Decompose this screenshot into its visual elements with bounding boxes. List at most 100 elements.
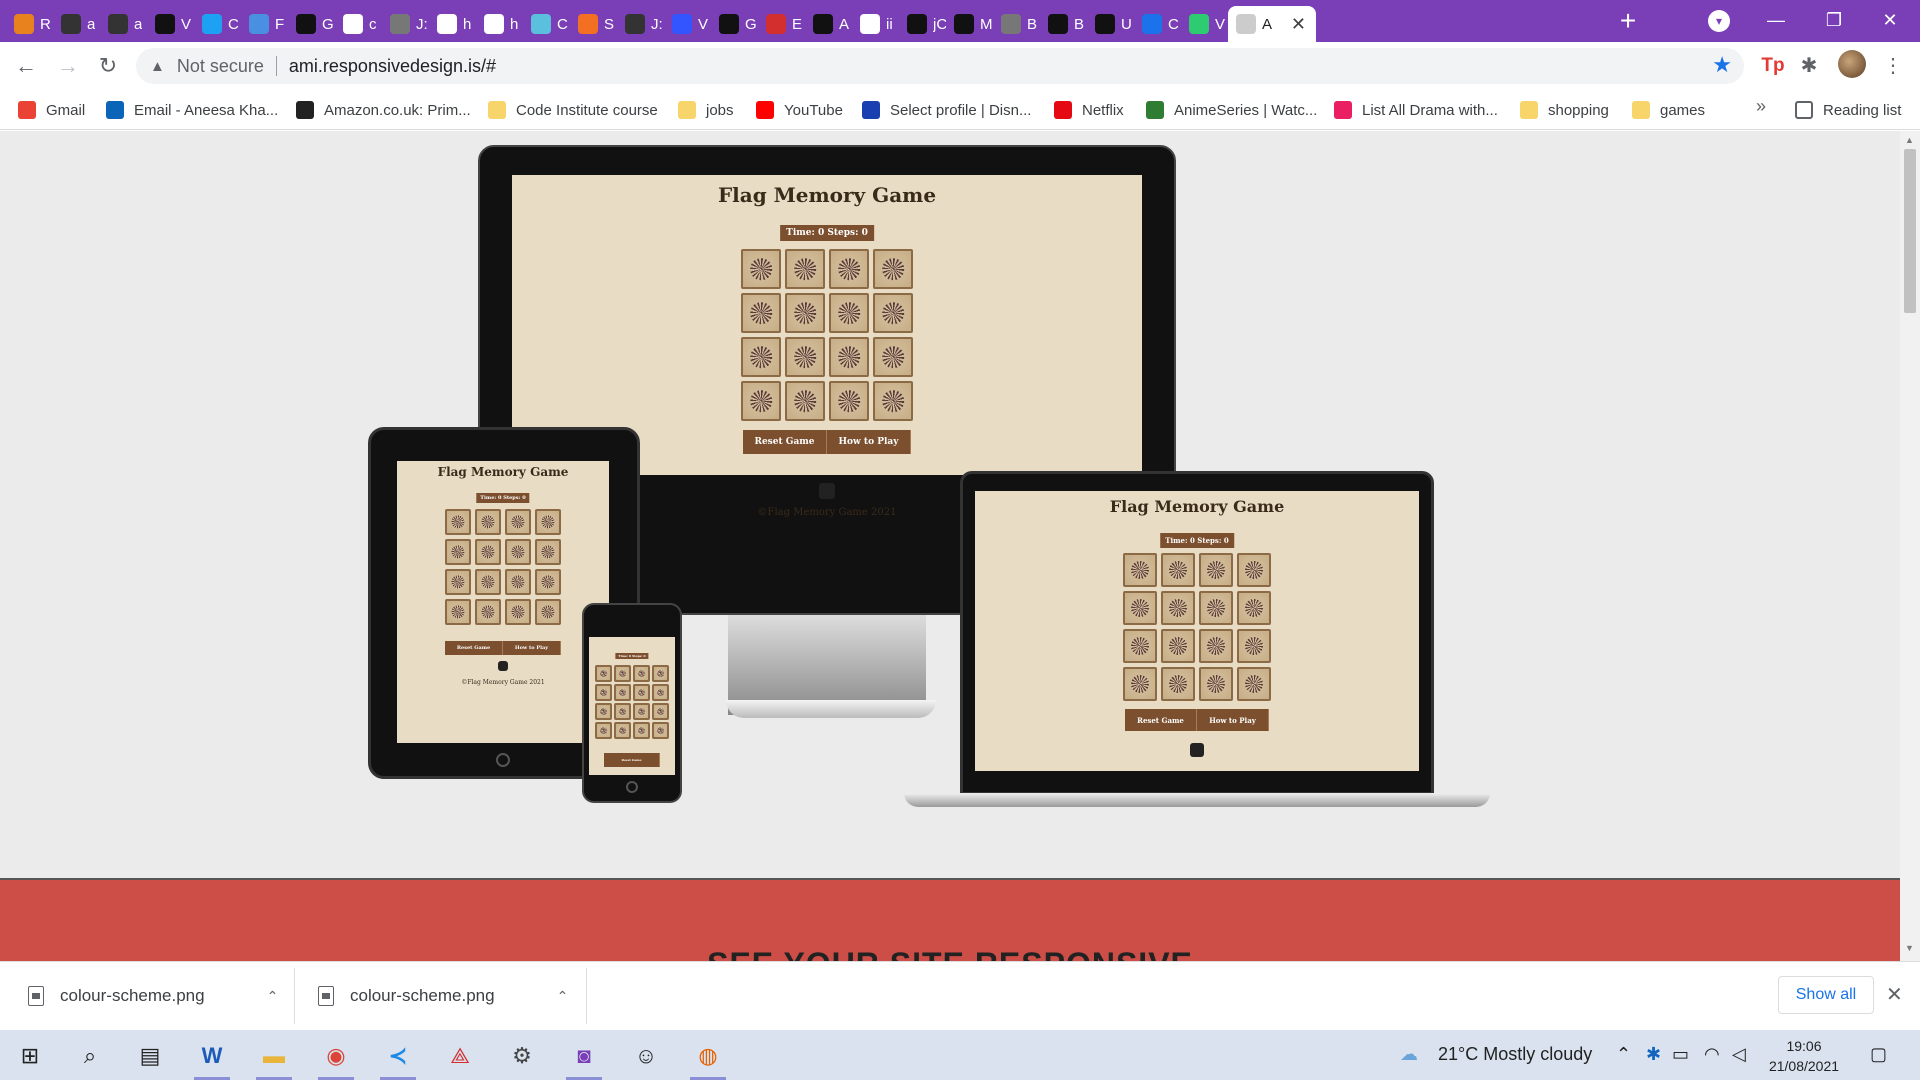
tab[interactable]: jC	[899, 6, 946, 42]
memory-card[interactable]	[445, 539, 471, 565]
tab[interactable]: R	[6, 6, 53, 42]
memory-card[interactable]	[633, 665, 650, 682]
weather-text[interactable]: 21°C Mostly cloudy	[1438, 1044, 1592, 1065]
memory-card[interactable]	[1237, 629, 1271, 663]
memory-card[interactable]	[595, 684, 612, 701]
word-icon[interactable]: W	[188, 1036, 236, 1080]
tab[interactable]: C	[1134, 6, 1181, 42]
bookmark-item[interactable]: Code Institute course	[488, 98, 658, 122]
tab[interactable]: M	[946, 6, 993, 42]
forward-button[interactable]: →	[52, 50, 84, 82]
tab[interactable]: V	[1181, 6, 1228, 42]
tab[interactable]: V	[147, 6, 194, 42]
memory-card[interactable]	[505, 599, 531, 625]
profile-avatar[interactable]	[1838, 50, 1866, 78]
memory-card[interactable]	[505, 509, 531, 535]
memory-card[interactable]	[741, 293, 781, 333]
github-icon[interactable]	[498, 661, 508, 671]
minimize-button[interactable]: —	[1756, 6, 1796, 34]
bookmark-item[interactable]: Gmail	[18, 98, 85, 122]
memory-card[interactable]	[1123, 667, 1157, 701]
page-scrollbar[interactable]: ▲ ▼	[1900, 131, 1920, 961]
how-to-play-button[interactable]: How to Play	[1197, 709, 1269, 731]
memory-card[interactable]	[741, 249, 781, 289]
tab[interactable]: a	[53, 6, 100, 42]
memory-card[interactable]	[475, 509, 501, 535]
tab[interactable]: F	[241, 6, 288, 42]
tab[interactable]: C	[523, 6, 570, 42]
tab[interactable]: A ✕	[1228, 6, 1316, 42]
scroll-down-arrow-icon[interactable]: ▼	[1905, 943, 1914, 953]
tab[interactable]: G	[711, 6, 758, 42]
extensions-puzzle-icon[interactable]: ✱	[1796, 52, 1822, 80]
tab[interactable]: G	[288, 6, 335, 42]
reading-list-button[interactable]: Reading list	[1795, 98, 1901, 122]
media-app-icon[interactable]: ◙	[560, 1036, 608, 1080]
bookmark-item[interactable]: games	[1632, 98, 1705, 122]
bookmark-item[interactable]: YouTube	[756, 98, 843, 122]
security-label[interactable]: Not secure	[177, 56, 264, 77]
memory-card[interactable]	[445, 509, 471, 535]
smiley-app-icon[interactable]: ☺	[622, 1036, 670, 1076]
battery-icon[interactable]: ▭	[1672, 1044, 1689, 1065]
memory-card[interactable]	[595, 665, 612, 682]
memory-card[interactable]	[1161, 553, 1195, 587]
memory-card[interactable]	[1199, 553, 1233, 587]
github-icon[interactable]	[819, 483, 835, 499]
bookmark-item[interactable]: Amazon.co.uk: Prim...	[296, 98, 471, 122]
memory-card[interactable]	[652, 684, 669, 701]
memory-card[interactable]	[741, 381, 781, 421]
tab[interactable]: S	[570, 6, 617, 42]
memory-card[interactable]	[1161, 591, 1195, 625]
task-view-icon[interactable]: ▤	[126, 1036, 174, 1076]
memory-card[interactable]	[445, 569, 471, 595]
vscode-icon[interactable]: ≺	[374, 1036, 422, 1080]
memory-card[interactable]	[535, 599, 561, 625]
memory-card[interactable]	[829, 337, 869, 377]
chevron-up-icon[interactable]: ⌃	[557, 988, 569, 1005]
memory-card[interactable]	[1161, 667, 1195, 701]
memory-card[interactable]	[652, 665, 669, 682]
memory-card[interactable]	[1199, 667, 1233, 701]
scrollbar-thumb[interactable]	[1904, 149, 1916, 313]
notifications-icon[interactable]: ▢	[1870, 1044, 1887, 1065]
windows-start-icon[interactable]: ⊞	[6, 1036, 54, 1076]
memory-card[interactable]	[829, 249, 869, 289]
restore-button[interactable]: ❐	[1814, 6, 1854, 34]
show-hidden-icons-icon[interactable]: ⌃	[1616, 1044, 1631, 1065]
back-button[interactable]: ←	[10, 50, 42, 82]
memory-card[interactable]	[505, 539, 531, 565]
memory-card[interactable]	[1199, 591, 1233, 625]
tab[interactable]: U	[1087, 6, 1134, 42]
tab[interactable]: J:	[382, 6, 429, 42]
show-all-button[interactable]: Show all	[1778, 976, 1874, 1014]
memory-card[interactable]	[535, 509, 561, 535]
memory-card[interactable]	[475, 569, 501, 595]
bluetooth-icon[interactable]: ✱	[1646, 1044, 1661, 1065]
memory-card[interactable]	[505, 569, 531, 595]
bookmark-item[interactable]: Select profile | Disn...	[862, 98, 1031, 122]
download-item[interactable]: colour-scheme.png ⌃	[28, 962, 278, 1030]
tab[interactable]: V	[664, 6, 711, 42]
acrobat-icon[interactable]: ⟁	[436, 1036, 484, 1076]
volume-icon[interactable]: ◁	[1732, 1044, 1746, 1065]
memory-card[interactable]	[595, 703, 612, 720]
new-tab-button[interactable]: +	[1612, 6, 1644, 38]
memory-card[interactable]	[1123, 591, 1157, 625]
how-to-play-button[interactable]: How to Play	[827, 430, 911, 454]
weather-icon[interactable]: ☁	[1400, 1044, 1418, 1065]
search-icon[interactable]: ⌕	[66, 1036, 114, 1076]
chevron-up-icon[interactable]: ⌃	[267, 988, 279, 1005]
memory-card[interactable]	[1161, 629, 1195, 663]
memory-card[interactable]	[614, 684, 631, 701]
bookmark-item[interactable]: List All Drama with...	[1334, 98, 1498, 122]
memory-card[interactable]	[873, 337, 913, 377]
memory-card[interactable]	[1123, 629, 1157, 663]
chrome-menu-icon[interactable]: ⋮	[1880, 52, 1906, 80]
memory-card[interactable]	[475, 539, 501, 565]
memory-card[interactable]	[785, 381, 825, 421]
close-shelf-icon[interactable]: ✕	[1886, 982, 1903, 1007]
tab[interactable]: B	[993, 6, 1040, 42]
tab[interactable]: J:	[617, 6, 664, 42]
close-tab-icon[interactable]: ✕	[1291, 14, 1306, 35]
